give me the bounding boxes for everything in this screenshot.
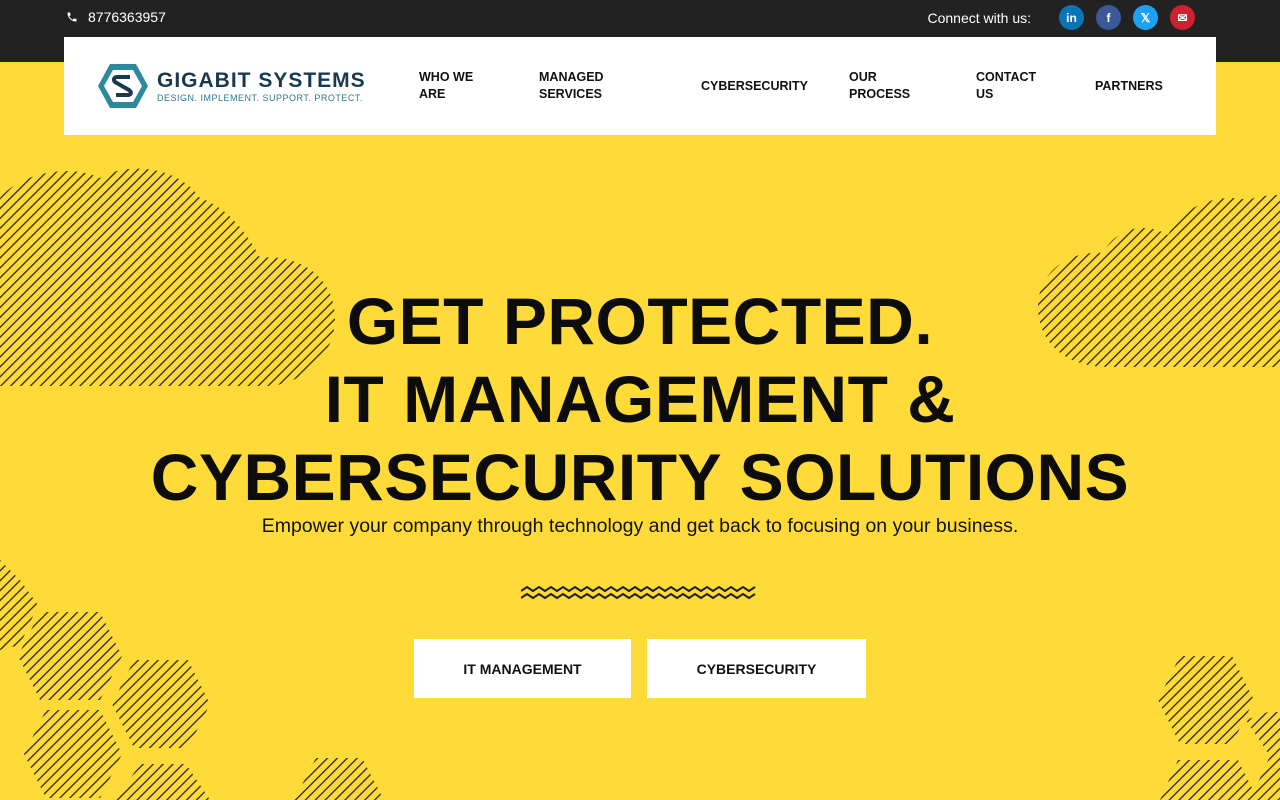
logo-tagline: DESIGN. IMPLEMENT. SUPPORT. PROTECT. [157, 92, 363, 103]
hero-subtitle: Empower your company through technology … [261, 515, 1019, 537]
facebook-icon[interactable]: f [1096, 5, 1121, 30]
site-logo[interactable]: GIGABIT SYSTEMS DESIGN. IMPLEMENT. SUPPO… [97, 63, 366, 109]
nav-label-line: OUR [849, 70, 877, 84]
cybersecurity-button[interactable]: CYBERSECURITY [647, 639, 866, 698]
hero-line-3: CYBERSECURITY SOLUTIONS [150, 440, 1130, 514]
hero-heading: GET PROTECTED. IT MANAGEMENT & CYBERSECU… [0, 282, 1280, 516]
main-header: GIGABIT SYSTEMS DESIGN. IMPLEMENT. SUPPO… [64, 37, 1216, 135]
nav-label-line: CYBERSECURITY [701, 78, 808, 93]
it-management-button[interactable]: IT MANAGEMENT [414, 639, 631, 698]
nav-label-line: MANAGED [539, 70, 604, 84]
zigzag-divider [521, 586, 756, 600]
nav-managed-services[interactable]: MANAGED SERVICES [539, 37, 604, 135]
nav-who-we-are[interactable]: WHO WE ARE [419, 37, 473, 135]
hero-line-1: GET PROTECTED. [346, 284, 934, 358]
logo-brand-name: GIGABIT SYSTEMS [157, 68, 366, 92]
phone-contact[interactable]: 8776363957 [66, 9, 166, 25]
nav-label-line: PARTNERS [1095, 78, 1163, 93]
nav-partners[interactable]: PARTNERS [1095, 37, 1163, 135]
linkedin-icon[interactable]: in [1059, 5, 1084, 30]
phone-number[interactable]: 8776363957 [88, 9, 166, 25]
nav-label-line: CONTACT [976, 70, 1037, 84]
hero-line-2: IT MANAGEMENT & [324, 362, 956, 436]
nav-contact-us[interactable]: CONTACT US [976, 37, 1036, 135]
nav-label-line: PROCESS [849, 87, 911, 101]
nav-label-line: US [976, 87, 994, 101]
nav-label-line: WHO WE [419, 70, 474, 84]
nav-label-line: SERVICES [539, 87, 602, 101]
decorative-hexagons-left [0, 560, 384, 800]
x-twitter-icon[interactable]: 𝕏 [1133, 5, 1158, 30]
connect-label: Connect with us: [927, 9, 1032, 26]
nav-our-process[interactable]: OUR PROCESS [849, 37, 910, 135]
decorative-hexagons-right [1158, 656, 1280, 800]
phone-icon [67, 12, 77, 22]
email-icon[interactable]: ✉ [1170, 5, 1195, 30]
nav-cybersecurity[interactable]: CYBERSECURITY [701, 37, 808, 135]
social-connect: Connect with us: in f 𝕏 ✉ [927, 5, 1195, 30]
nav-label-line: ARE [419, 87, 446, 101]
logo-hexagon-icon [98, 64, 148, 108]
